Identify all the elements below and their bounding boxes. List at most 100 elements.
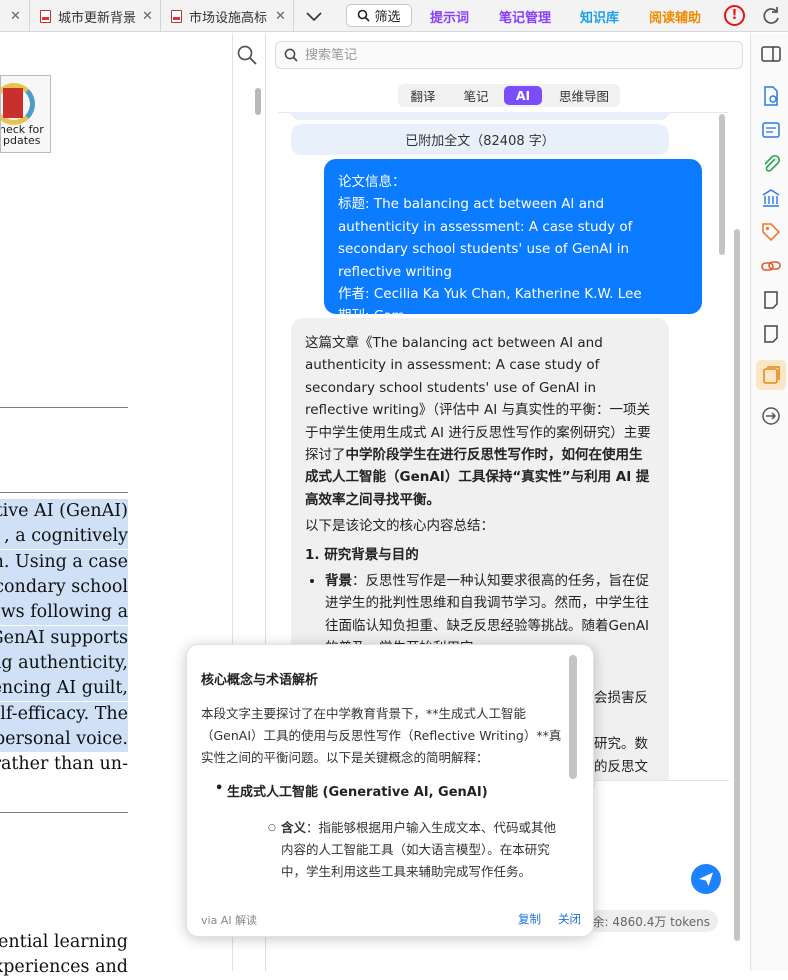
pdf-text-line-content: ng authenticity,	[0, 653, 128, 673]
library-icon[interactable]	[760, 187, 782, 209]
document-info-icon[interactable]	[760, 85, 782, 107]
ai-bullet-label: 背景	[325, 573, 352, 590]
pdf-rule	[0, 812, 128, 813]
popup-bullet: 生成式人工智能 (Generative AI, GenAI)	[215, 781, 488, 800]
knowledge-base-button[interactable]: 知识库	[580, 7, 619, 26]
send-button[interactable]	[691, 864, 721, 894]
pdf-text-line: ential learning	[0, 930, 128, 955]
check-for-updates-badge[interactable]: heck for pdates	[0, 75, 51, 153]
prompts-button[interactable]: 提示词	[430, 7, 469, 26]
tab-2[interactable]: 城市更新背景 ✕	[30, 0, 161, 32]
pdf-text-line-content: rather than un-	[0, 754, 128, 774]
pdf-text-line-content: xperiences and	[0, 957, 128, 977]
close-tab-icon[interactable]: ✕	[10, 9, 21, 24]
token-balance: 剩余: 4860.4万 tokens	[588, 910, 718, 932]
ai-text-fragment: 研究。数	[594, 736, 648, 752]
popup-body: 本段文字主要探讨了在中学教育背景下，**生成式人工智能（GenAI）工具的使用与…	[201, 706, 562, 765]
send-icon	[699, 872, 713, 886]
pdf-text-line: econdary school	[0, 575, 128, 600]
tab-ai[interactable]: AI	[504, 86, 542, 105]
chat-scrollbar[interactable]	[719, 114, 725, 255]
copy-button[interactable]: 复制	[518, 911, 541, 927]
notes-manage-button[interactable]: 笔记管理	[499, 7, 551, 26]
crossmark-bookmark-icon	[3, 88, 23, 118]
outline-icon[interactable]	[760, 119, 782, 141]
ai-intro-emphasis: 中学阶段学生在进行反思性写作时，如何在使用生成式人工智能（GenAI）工具保持“…	[305, 447, 650, 508]
chevron-down-icon[interactable]	[305, 7, 323, 25]
pdf-text-line: xperiences and	[0, 955, 128, 980]
search-icon	[284, 48, 298, 62]
notes-stack-icon[interactable]	[760, 364, 782, 386]
user-message-line: 标题: The balancing act between AI and aut…	[338, 196, 633, 280]
note-icon[interactable]	[760, 289, 782, 311]
popup-title: 核心概念与术语解析	[201, 673, 319, 688]
pdf-text-line-content: GenAI supports	[0, 628, 128, 648]
pdf-text-line-content: personal voice.	[0, 729, 128, 749]
export-icon[interactable]	[760, 405, 782, 427]
tab-translate[interactable]: 翻译	[402, 86, 444, 105]
popup-scrollbar[interactable]	[569, 655, 577, 779]
ai-intro-text: 这篇文章《The balancing act between AI and au…	[305, 335, 651, 464]
pdf-text-line-content: econdary school	[0, 577, 128, 597]
close-tab-icon[interactable]: ✕	[275, 9, 286, 24]
pdf-text-line-content: encing AI guilt,	[0, 678, 128, 698]
popup-sub-label: 含义	[281, 820, 307, 835]
user-message-line: 论文信息：	[338, 174, 406, 190]
crossmark-line-2: pdates	[3, 134, 41, 147]
tab-3-label: 市场设施高标	[189, 10, 268, 26]
pdf-text-line: on. Using a case	[0, 550, 128, 575]
pdf-text-line-content: elf-efficacy. The	[0, 704, 128, 724]
pdf-text-line: ng authenticity,	[0, 651, 128, 676]
search-icon[interactable]	[236, 44, 258, 66]
attached-fulltext-chip: 已附加全文（82408 字）	[291, 124, 669, 155]
link-icon[interactable]	[760, 255, 782, 277]
pdf-text-line: GenAI supports	[0, 626, 128, 651]
pdf-text-line: , a cognitively	[0, 524, 128, 549]
popup-sub-bullet: 含义：指能够根据用户输入生成文本、代码或其他内容的人工智能工具（如大语言模型）。…	[268, 817, 563, 883]
ai-summary-lead: 以下是该论文的核心内容总结：	[305, 518, 494, 535]
ai-text-fragment: 的反思文	[594, 759, 648, 775]
ai-explain-popup: 核心概念与术语解析 本段文字主要探讨了在中学教育背景下，**生成式人工智能（Ge…	[186, 644, 594, 937]
popup-source: via AI 解读	[201, 914, 258, 927]
alert-icon[interactable]: !	[724, 5, 745, 26]
note-alt-icon[interactable]	[760, 323, 782, 345]
panel-scrollbar[interactable]	[734, 229, 740, 941]
search-icon	[358, 9, 371, 22]
filter-label: 筛选	[374, 10, 401, 25]
refresh-icon[interactable]	[760, 5, 782, 27]
pdf-text-line-content: tive AI (GenAI)	[0, 501, 128, 521]
pdf-rule	[0, 492, 128, 493]
tab-mindmap[interactable]: 思维导图	[554, 86, 614, 105]
tab-2-label: 城市更新背景	[58, 10, 136, 26]
split-panel-icon[interactable]	[760, 43, 782, 65]
mode-tabs: 翻译 笔记 AI 思维导图	[398, 84, 620, 107]
tab-notes[interactable]: 笔记	[456, 86, 496, 105]
previous-message-bubble	[291, 112, 669, 120]
pdf-text-line: personal voice.	[0, 727, 128, 752]
pdf-text-line-content: ential learning	[0, 932, 128, 952]
pdf-scrollbar[interactable]	[255, 88, 261, 115]
attachment-icon[interactable]	[760, 153, 782, 175]
note-search-input[interactable]	[305, 47, 725, 63]
note-search-box[interactable]	[275, 41, 743, 69]
pdf-text-line: tive AI (GenAI)	[0, 499, 128, 524]
pdf-text-line: encing AI guilt,	[0, 676, 128, 701]
pdf-text-line-content: ws following a	[0, 602, 128, 622]
filter-button[interactable]: 筛选	[346, 4, 412, 27]
reading-assist-button[interactable]: 阅读辅助	[649, 7, 701, 26]
pdf-text-line: elf-efficacy. The	[0, 702, 128, 727]
tab-1[interactable]: ✕	[0, 0, 30, 32]
tab-3[interactable]: 市场设施高标 ✕	[161, 0, 294, 32]
close-tab-icon[interactable]: ✕	[142, 9, 153, 24]
ai-text-fragment: 会损害反	[594, 690, 648, 706]
tag-icon[interactable]	[760, 221, 782, 243]
pdf-text-line: ws following a	[0, 600, 128, 625]
close-button[interactable]: 关闭	[558, 911, 581, 927]
tab-bar: ✕ 城市更新背景 ✕ 市场设施高标 ✕ 筛选 提示词 笔记管理 知识库 阅读辅助…	[0, 0, 788, 32]
ai-section-heading: 1. 研究背景与目的	[305, 546, 419, 563]
pdf-file-icon	[40, 9, 51, 23]
user-message-line: 作者: Cecilia Ka Yuk Chan, Katherine K.W. …	[338, 286, 642, 303]
popup-sub-text: ：指能够根据用户输入生成文本、代码或其他内容的人工智能工具（如大语言模型）。在本…	[281, 820, 557, 879]
ai-intro: 这篇文章《The balancing act between AI and au…	[305, 332, 655, 511]
pdf-file-icon	[171, 9, 182, 23]
